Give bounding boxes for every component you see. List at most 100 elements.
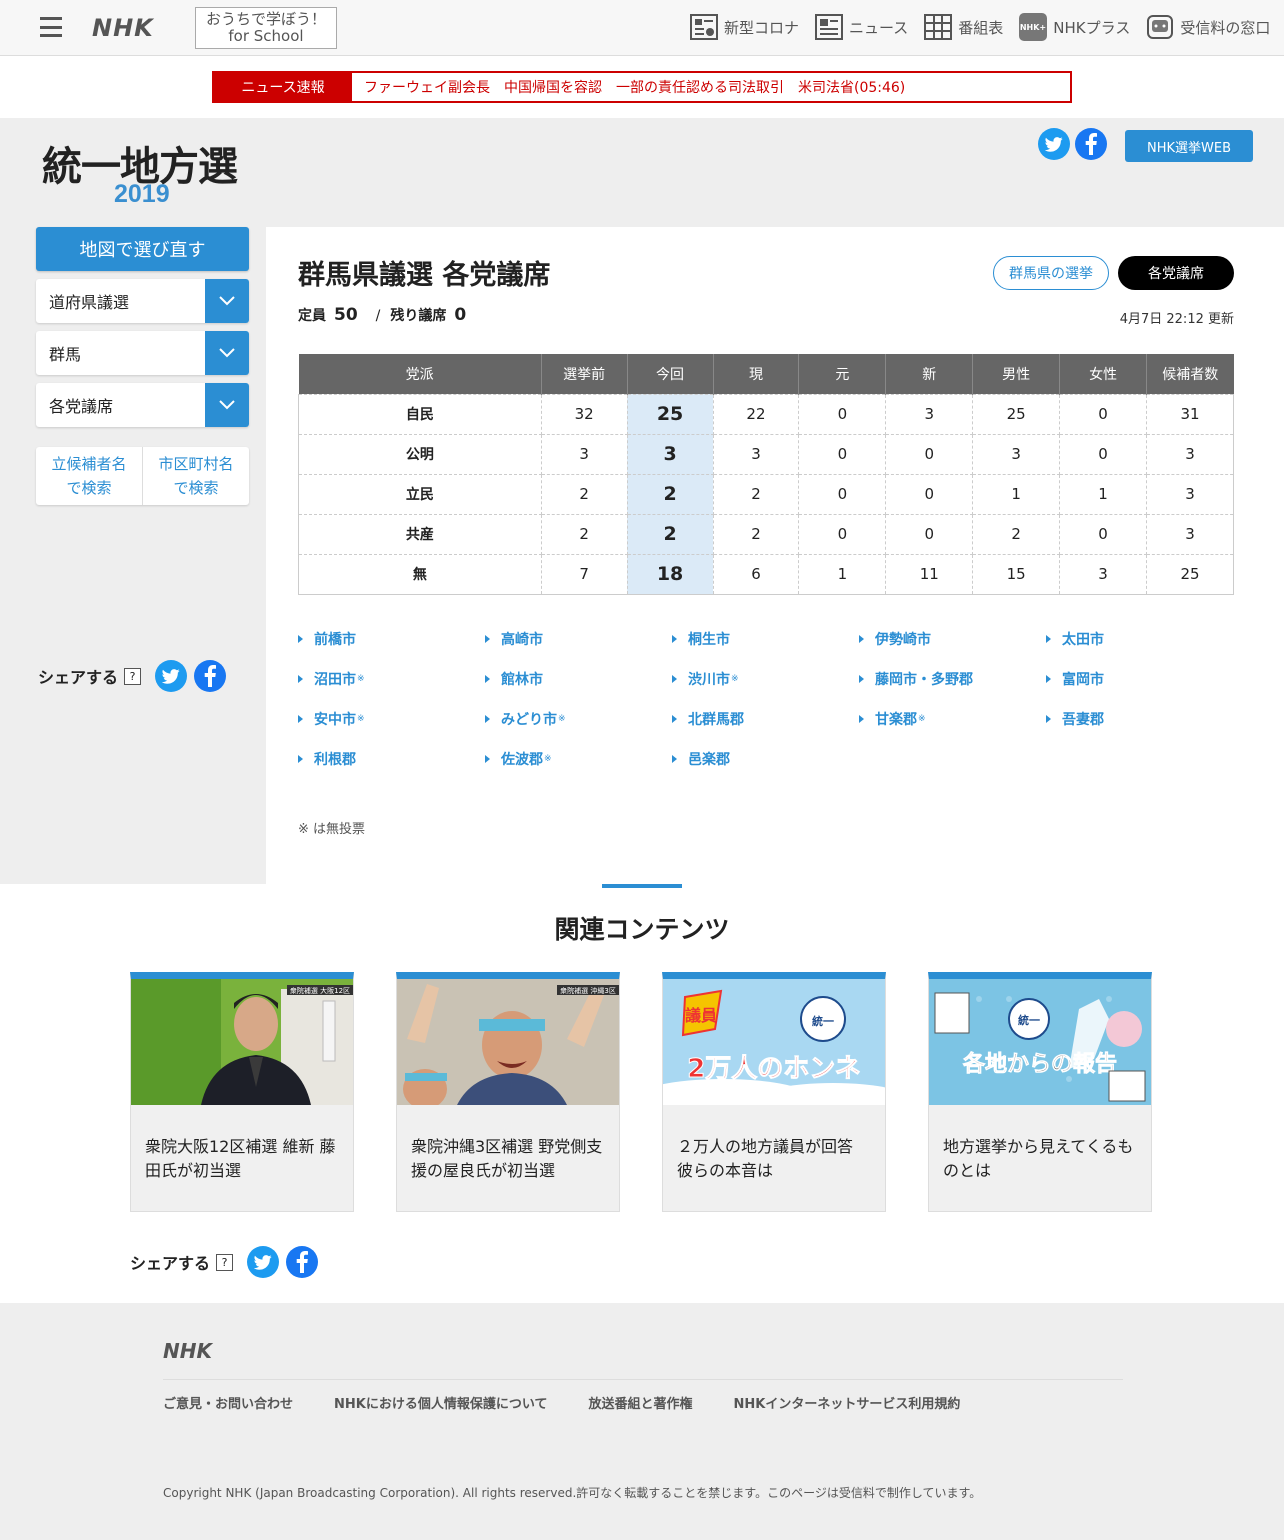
- footer-link-privacy[interactable]: NHKにおける個人情報保護について: [334, 1393, 547, 1412]
- chevron-down-icon[interactable]: [205, 331, 249, 375]
- city-name: 館林市: [501, 672, 543, 688]
- election-type-select[interactable]: 道府県議選: [36, 279, 249, 323]
- redo-map-button[interactable]: 地図で選び直す: [36, 227, 249, 271]
- party-name-cell: 自民: [298, 393, 542, 435]
- footer-link-copyright[interactable]: 放送番組と著作権: [588, 1393, 692, 1412]
- nav-nhk-plus-label: NHKプラス: [1053, 18, 1131, 37]
- table-cell: 3: [540, 433, 628, 475]
- nav-news[interactable]: ニュース: [815, 13, 908, 41]
- city-link[interactable]: 前橋市: [298, 629, 485, 649]
- related-card[interactable]: 統一 各地からの報告 地方選挙から見えてくるものとは: [928, 972, 1152, 1212]
- triangle-right-icon: [672, 755, 677, 763]
- share-label: シェアする: [130, 1254, 211, 1273]
- city-link[interactable]: 邑楽郡: [672, 749, 859, 769]
- table-cell: 6: [712, 553, 800, 595]
- page-title: 群馬県議選 各党議席: [298, 260, 551, 291]
- related-card[interactable]: 衆院補選 沖縄3区 衆院沖縄3区補選 野党側支援の屋良氏が初当選: [396, 972, 620, 1212]
- city-link[interactable]: 安中市 ※: [298, 709, 485, 729]
- nav-program[interactable]: 番組表: [924, 13, 1003, 41]
- twitter-icon[interactable]: [247, 1246, 280, 1278]
- city-link[interactable]: 甘楽郡 ※: [859, 709, 1046, 729]
- chevron-down-icon[interactable]: [205, 383, 249, 427]
- search-links: 立候補者名 で検索 市区町村名 で検索: [36, 447, 249, 505]
- city-name: 吾妻郡: [1062, 712, 1104, 728]
- footer-link-contact[interactable]: ご意見・お問い合わせ: [163, 1393, 293, 1412]
- table-cell: 7: [540, 553, 628, 595]
- triangle-right-icon: [485, 635, 490, 643]
- facebook-icon[interactable]: [286, 1246, 319, 1278]
- city-link[interactable]: 北群馬郡: [672, 709, 859, 729]
- corona-news-icon: [690, 13, 718, 41]
- svg-text:統一: 統一: [812, 1014, 834, 1028]
- city-link[interactable]: 伊勢崎市: [859, 629, 1046, 649]
- table-cell: 2: [626, 513, 714, 555]
- view-select[interactable]: 各党議席: [36, 383, 249, 427]
- table-cell: 25: [626, 393, 714, 435]
- triangle-right-icon: [672, 675, 677, 683]
- for-school-button[interactable]: おうちで学ぼう！ for School: [195, 7, 337, 49]
- search-by-city-link[interactable]: 市区町村名 で検索: [142, 447, 249, 505]
- top-header: NHK おうちで学ぼう！ for School 新型コロナ ニュース 番組表 N…: [0, 0, 1284, 56]
- city-link[interactable]: 館林市: [485, 669, 672, 689]
- city-link[interactable]: 沼田市 ※: [298, 669, 485, 689]
- city-link[interactable]: 太田市: [1046, 629, 1233, 649]
- city-name: 藤岡市・多野郡: [875, 672, 973, 688]
- card-text: ２万人の地方議員が回答 彼らの本音は: [677, 1137, 854, 1180]
- menu-icon[interactable]: [40, 17, 62, 37]
- card-text: 衆院沖縄3区補選 野党側支援の屋良氏が初当選: [411, 1137, 603, 1180]
- help-icon[interactable]: ?: [216, 1253, 234, 1271]
- nhk-election-web-button[interactable]: NHK選挙WEB: [1125, 130, 1253, 162]
- table-header: 候補者数: [1146, 354, 1234, 394]
- chevron-down-icon[interactable]: [205, 279, 249, 323]
- city-name: 桐生市: [688, 632, 730, 648]
- table-row: 公明 3 3 3 0 0 3 0 3: [298, 433, 1234, 475]
- table-cell: 3: [885, 393, 974, 435]
- twitter-icon[interactable]: [1038, 128, 1070, 160]
- search-by-candidate-link[interactable]: 立候補者名 で検索: [36, 447, 142, 505]
- table-header-row: 党派 選挙前 今回 現 元 新 男性 女性 候補者数: [298, 354, 1234, 394]
- footer-links: ご意見・お問い合わせ NHKにおける個人情報保護について 放送番組と著作権 NH…: [163, 1393, 960, 1412]
- footer-link-terms[interactable]: NHKインターネットサービス利用規約: [733, 1393, 960, 1412]
- city-name: 甘楽郡: [875, 712, 917, 728]
- city-link[interactable]: 富岡市: [1046, 669, 1233, 689]
- table-header: 男性: [972, 354, 1060, 394]
- party-seats-button[interactable]: 各党議席: [1118, 256, 1234, 290]
- city-link[interactable]: 利根郡: [298, 749, 485, 769]
- city-link[interactable]: 高崎市: [485, 629, 672, 649]
- related-card[interactable]: 衆院補選 大阪12区 衆院大阪12区補選 維新 藤田氏が初当選: [130, 972, 354, 1212]
- nhk-logo[interactable]: NHK: [92, 14, 154, 42]
- city-link[interactable]: みどり市 ※: [485, 709, 672, 729]
- search-candidate-line1: 立候補者名: [51, 455, 127, 473]
- triangle-right-icon: [1046, 675, 1051, 683]
- city-link[interactable]: 佐波郡 ※: [485, 749, 672, 769]
- related-card[interactable]: 議員 統一 2万人のホンネ ２万人の地方議員が回答 彼らの本音は: [662, 972, 886, 1212]
- triangle-right-icon: [672, 715, 677, 723]
- table-header: 新: [885, 354, 973, 394]
- nav-nhk-plus[interactable]: NHK+ NHKプラス: [1019, 13, 1130, 41]
- city-name: 伊勢崎市: [875, 632, 931, 648]
- nav-receiver-fee[interactable]: 受信料の窓口: [1146, 13, 1270, 41]
- city-link[interactable]: 藤岡市・多野郡: [859, 669, 1046, 689]
- city-link[interactable]: 桐生市: [672, 629, 859, 649]
- search-city-line2: で検索: [173, 479, 219, 497]
- prefecture-select[interactable]: 群馬: [36, 331, 249, 375]
- table-header: 女性: [1059, 354, 1147, 394]
- facebook-icon[interactable]: [194, 660, 227, 692]
- table-cell: 0: [885, 513, 974, 555]
- party-name-cell: 共産: [298, 513, 542, 555]
- table-cell: 0: [798, 513, 887, 555]
- card-text: 衆院大阪12区補選 維新 藤田氏が初当選: [145, 1137, 336, 1180]
- breaking-news-text[interactable]: ファーウェイ副会長 中国帰国を容認 一部の責任認める司法取引 米司法省(05:4…: [352, 73, 905, 101]
- table-cell: 25: [1146, 553, 1234, 595]
- prefecture-election-button[interactable]: 群馬県の選挙: [993, 256, 1109, 290]
- twitter-icon[interactable]: [155, 660, 188, 692]
- help-icon[interactable]: ?: [124, 667, 142, 685]
- nav-corona[interactable]: 新型コロナ: [690, 13, 799, 41]
- facebook-icon[interactable]: [1075, 128, 1107, 160]
- table-row: 共産 2 2 2 0 0 2 0 3: [298, 513, 1234, 555]
- city-link[interactable]: 吾妻郡: [1046, 709, 1233, 729]
- breaking-news-bar[interactable]: ニュース速報 ファーウェイ副会長 中国帰国を容認 一部の責任認める司法取引 米司…: [212, 71, 1072, 103]
- party-name-cell: 無: [298, 553, 542, 595]
- city-link[interactable]: 渋川市 ※: [672, 669, 859, 689]
- footer-nhk-logo[interactable]: NHK: [163, 1339, 212, 1363]
